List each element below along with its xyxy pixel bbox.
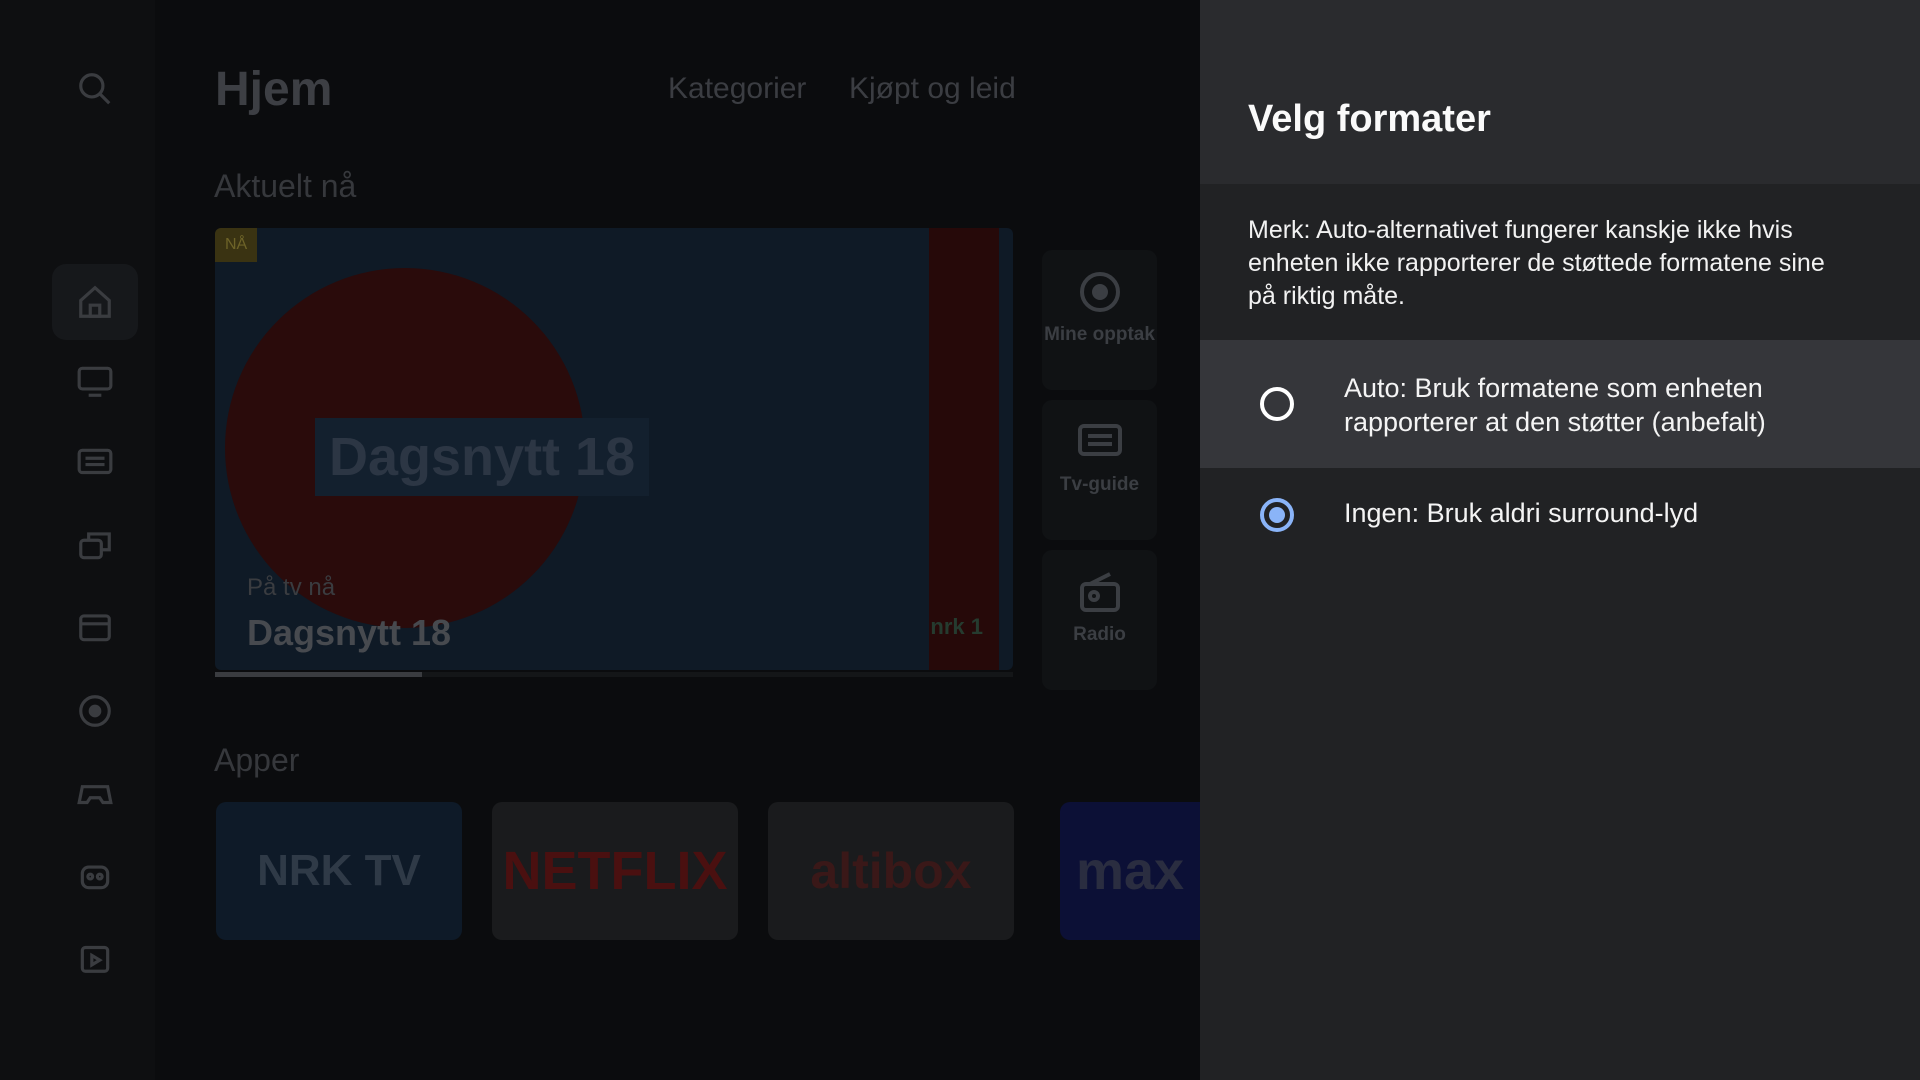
movies-icon[interactable] xyxy=(72,604,118,650)
hero-decoration-stripe xyxy=(929,228,999,670)
record-icon[interactable] xyxy=(72,688,118,734)
radio-icon xyxy=(1079,572,1120,612)
option-auto[interactable]: Auto: Bruk formatene som enheten rapport… xyxy=(1200,340,1920,468)
home-icon[interactable] xyxy=(52,264,138,340)
guide-icon xyxy=(1077,424,1122,456)
page-title: Hjem xyxy=(215,63,333,116)
hero-card[interactable]: NÅ Dagsnytt 18 På tv nå Dagsnytt 18 nrk … xyxy=(215,228,1013,670)
option-auto-label: Auto: Bruk formatene som enheten rapport… xyxy=(1344,373,1766,437)
panel-header: Velg formater xyxy=(1200,0,1920,184)
nav-categories[interactable]: Kategorier xyxy=(668,72,806,106)
quick-tile-guide[interactable]: Tv-guide xyxy=(1042,400,1157,540)
nav-purchased[interactable]: Kjøpt og leid xyxy=(849,72,1016,106)
app-max[interactable]: max xyxy=(1060,802,1200,940)
hero-program-name: Dagsnytt 18 xyxy=(247,612,452,653)
kids-icon[interactable] xyxy=(72,852,118,898)
radio-unchecked-icon[interactable] xyxy=(1260,387,1294,421)
guide-icon[interactable] xyxy=(72,440,118,486)
quick-tile-label: Tv-guide xyxy=(1059,474,1140,495)
quick-tile-label: Mine opptak xyxy=(1044,324,1155,345)
panel-title: Velg formater xyxy=(1248,98,1491,140)
option-none[interactable]: Ingen: Bruk aldri surround-lyd xyxy=(1200,468,1920,596)
tv-icon[interactable] xyxy=(72,358,118,404)
sidebar xyxy=(0,0,155,1080)
quick-tile-label: Radio xyxy=(1073,624,1126,645)
apps-icon[interactable] xyxy=(72,934,118,980)
hero-subtitle: På tv nå xyxy=(247,574,336,601)
library-icon[interactable] xyxy=(72,522,118,568)
hero-progress-bar xyxy=(215,672,1013,677)
games-icon[interactable] xyxy=(72,770,118,816)
home-screen: Hjem Kategorier Kjøpt og leid Aktuelt nå… xyxy=(0,0,1200,1080)
app-nrk-tv[interactable]: NRK TV xyxy=(216,802,462,940)
format-settings-panel: Velg formater Merk: Auto-alternativet fu… xyxy=(1200,0,1920,1080)
channel-logo: nrk 1 xyxy=(930,614,983,639)
option-none-label: Ingen: Bruk aldri surround-lyd xyxy=(1344,498,1699,528)
section-current-title: Aktuelt nå xyxy=(214,168,357,204)
panel-note: Merk: Auto-alternativet fungerer kanskje… xyxy=(1248,216,1825,310)
app-altibox[interactable]: altibox xyxy=(768,802,1014,940)
live-badge: NÅ xyxy=(215,228,258,262)
quick-tile-recordings[interactable]: Mine opptak xyxy=(1042,250,1157,390)
app-netflix[interactable]: NETFLIX xyxy=(492,802,738,940)
hero-overlay-title: Dagsnytt 18 xyxy=(315,418,650,496)
radio-checked-icon[interactable] xyxy=(1260,498,1294,532)
quick-tile-radio[interactable]: Radio xyxy=(1042,550,1157,690)
section-apps-title: Apper xyxy=(214,742,300,778)
search-icon[interactable] xyxy=(72,66,118,112)
record-icon xyxy=(1079,272,1120,312)
hero-progress-fill xyxy=(215,672,423,677)
